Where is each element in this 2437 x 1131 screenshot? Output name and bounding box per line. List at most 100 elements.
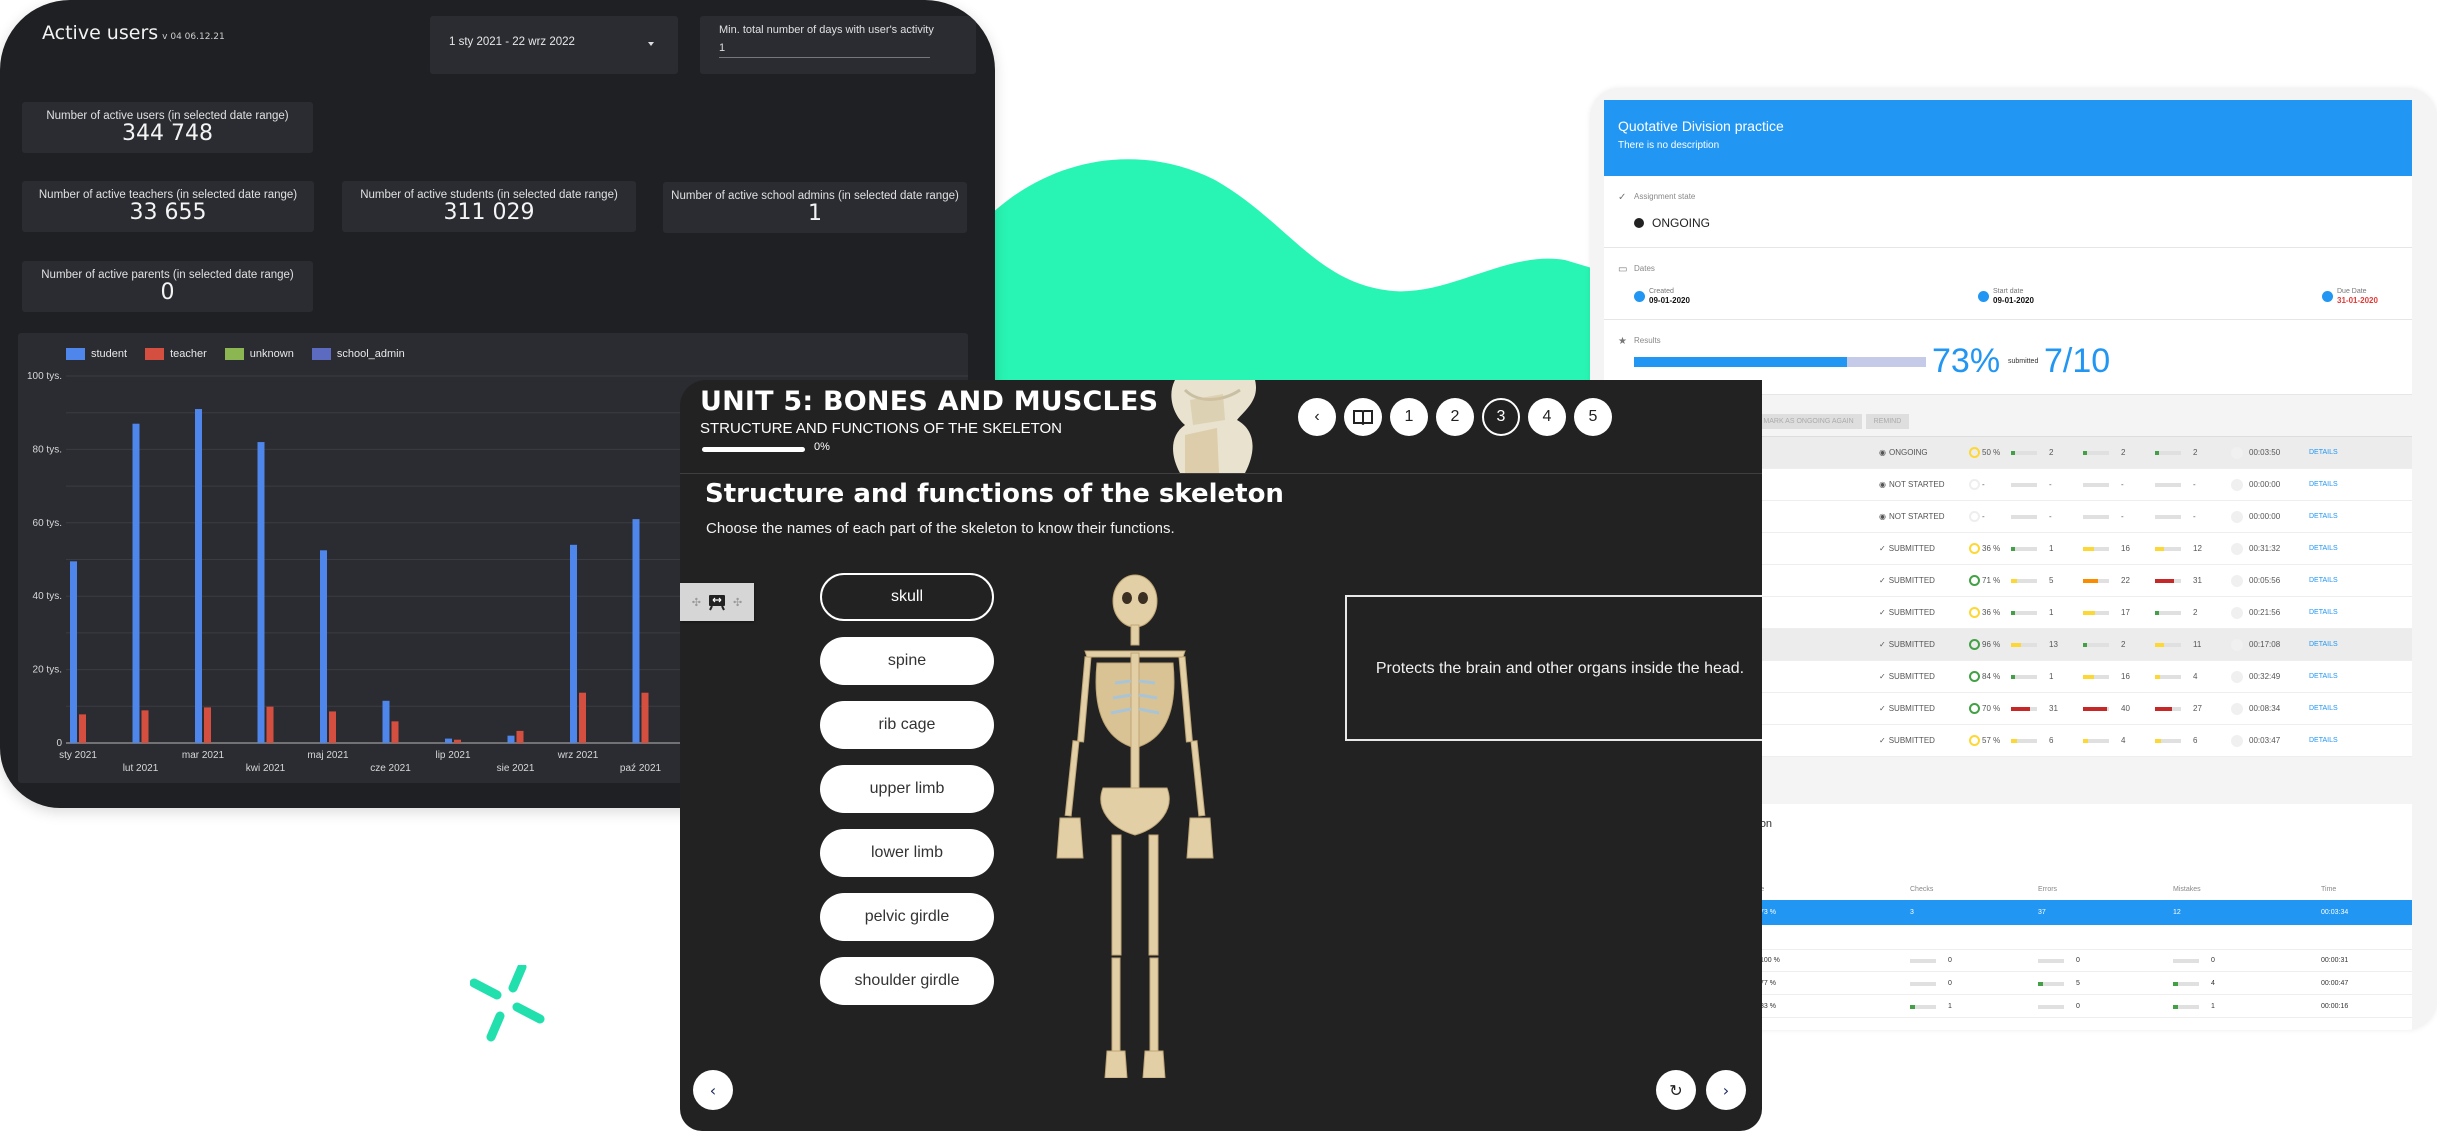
- drag-handle[interactable]: ✣ ✣: [680, 583, 754, 621]
- check-icon: ✓: [1618, 192, 1627, 203]
- timer-icon: [2231, 510, 2243, 523]
- details-link[interactable]: DETAILS: [2297, 577, 2338, 584]
- bar-teacher-4[interactable]: [329, 711, 336, 743]
- check-circle-icon: [1634, 291, 1645, 302]
- bar-teacher-7[interactable]: [516, 730, 524, 743]
- star-icon: ★: [1618, 336, 1627, 347]
- student-state: ◉ NOT STARTED: [1879, 512, 1945, 521]
- details-link[interactable]: DETAILS: [2297, 481, 2338, 488]
- details-link[interactable]: DETAILS: [2297, 705, 2338, 712]
- score-ring-icon: [1969, 703, 1980, 714]
- state-icon: ◉: [1879, 448, 1886, 457]
- bar-student-9[interactable]: [632, 519, 640, 743]
- answer-option-upper-limb[interactable]: upper limb: [820, 765, 994, 813]
- check-icon: ✓: [1879, 544, 1886, 553]
- function-description-dropzone[interactable]: Protects the brain and other organs insi…: [1345, 595, 1762, 741]
- timer-icon: [2231, 478, 2243, 491]
- answer-options: skull spine rib cage upper limb lower limb pe…: [820, 573, 994, 1005]
- details-link[interactable]: DETAILS: [2297, 545, 2338, 552]
- answer-option-pelvic-girdle[interactable]: pelvic girdle: [820, 893, 994, 941]
- details-link[interactable]: DETAILS: [2297, 609, 2338, 616]
- metric-bar: [2083, 450, 2109, 455]
- column-header[interactable]: Time: [2321, 886, 2411, 893]
- timer-icon: [2231, 670, 2243, 683]
- remind-button[interactable]: REMIND: [1865, 414, 1910, 429]
- mark-ongoing-button[interactable]: MARK AS ONGOING AGAIN: [1755, 414, 1862, 429]
- min-days-input[interactable]: [719, 42, 930, 58]
- metric-bar: [2011, 674, 2037, 679]
- details-link[interactable]: DETAILS: [2297, 737, 2338, 744]
- previous-slide-button[interactable]: ‹: [693, 1070, 733, 1110]
- column-header[interactable]: Checks: [1910, 886, 2038, 893]
- metric-bar: [1910, 1004, 1936, 1009]
- page-time: 00:00:16: [2321, 1003, 2349, 1010]
- bar-student-4[interactable]: [320, 550, 327, 743]
- bar-student-6[interactable]: [445, 738, 452, 743]
- answer-option-spine[interactable]: spine: [820, 637, 994, 685]
- answer-option-shoulder-girdle[interactable]: shoulder girdle: [820, 957, 994, 1005]
- bar-teacher-2[interactable]: [204, 707, 211, 743]
- answer-option-rib-cage[interactable]: rib cage: [820, 701, 994, 749]
- unit-subtitle: STRUCTURE AND FUNCTIONS OF THE SKELETON: [700, 420, 1062, 437]
- bar-student-0[interactable]: [70, 561, 77, 743]
- answer-option-lower-limb[interactable]: lower limb: [820, 829, 994, 877]
- details-link[interactable]: DETAILS: [2297, 641, 2338, 648]
- chevron-left-icon: ‹: [709, 1080, 717, 1100]
- bar-teacher-1[interactable]: [141, 710, 149, 743]
- check-icon: ✓: [1879, 640, 1886, 649]
- metric-bar: [2011, 514, 2037, 519]
- bar-teacher-6[interactable]: [454, 739, 461, 743]
- bar-student-1[interactable]: [132, 423, 140, 743]
- bar-student-5[interactable]: [382, 700, 390, 743]
- reset-button[interactable]: ↻: [1656, 1070, 1696, 1110]
- bar-student-2[interactable]: [195, 409, 202, 743]
- decorative-green-wave: [985, 159, 1605, 390]
- page-button-3[interactable]: 3: [1482, 398, 1520, 436]
- next-slide-button[interactable]: ›: [1706, 1070, 1746, 1110]
- details-link[interactable]: DETAILS: [2297, 449, 2338, 456]
- y-tick-label: 0: [56, 738, 62, 749]
- bar-student-7[interactable]: [507, 735, 515, 743]
- answer-option-skull[interactable]: skull: [820, 573, 994, 621]
- bar-student-8[interactable]: [570, 544, 577, 743]
- presentation-icon: [709, 595, 725, 611]
- bar-teacher-0[interactable]: [79, 714, 86, 743]
- due-date: Due Date 31-01-2020: [2322, 288, 2378, 305]
- bar-teacher-3[interactable]: [266, 706, 274, 743]
- column-header[interactable]: Errors: [2038, 886, 2173, 893]
- unit-title: UNIT 5: BONES AND MUSCLES: [700, 386, 1159, 417]
- min-days-label: Min. total number of days with user's ac…: [719, 24, 934, 36]
- column-header[interactable]: Score: [1746, 886, 1910, 893]
- dashboard-title: Active users v 04 06.12.21: [42, 22, 225, 44]
- book-button[interactable]: [1344, 398, 1382, 436]
- check-icon: ✓: [1879, 736, 1886, 745]
- bar-teacher-8[interactable]: [579, 692, 586, 743]
- y-tick-label: 100 tys.: [27, 371, 62, 382]
- metric-bar: [2173, 981, 2199, 986]
- metric-bar: [2038, 981, 2064, 986]
- previous-page-button[interactable]: ‹: [1298, 398, 1336, 436]
- chevron-right-icon: ›: [1722, 1080, 1730, 1100]
- metric-bar: [2155, 546, 2181, 551]
- column-header[interactable]: Mistakes: [2173, 886, 2321, 893]
- bar-teacher-9[interactable]: [641, 692, 649, 743]
- page-button-1[interactable]: 1: [1390, 398, 1428, 436]
- student-state: ◉ NOT STARTED: [1879, 480, 1945, 489]
- details-link[interactable]: DETAILS: [2297, 513, 2338, 520]
- assignment-title: Quotative Division practice: [1618, 118, 1784, 134]
- date-range-selector[interactable]: 1 sty 2021 - 22 wrz 2022: [430, 16, 678, 74]
- metric-bar: [2083, 642, 2109, 647]
- metric-bar: [2083, 706, 2109, 711]
- timer-icon: [2231, 446, 2243, 459]
- page-button-4[interactable]: 4: [1528, 398, 1566, 436]
- x-tick-label: lut 2021: [123, 763, 159, 774]
- page-button-2[interactable]: 2: [1436, 398, 1474, 436]
- details-link[interactable]: DETAILS: [2297, 673, 2338, 680]
- timer-icon: [2231, 542, 2243, 555]
- score-ring-icon: [1969, 639, 1980, 650]
- bar-teacher-5[interactable]: [391, 721, 399, 743]
- page-button-5[interactable]: 5: [1574, 398, 1612, 436]
- metric-bar: [2083, 738, 2109, 743]
- bar-student-3[interactable]: [257, 442, 265, 743]
- check-icon: ✓: [1879, 608, 1886, 617]
